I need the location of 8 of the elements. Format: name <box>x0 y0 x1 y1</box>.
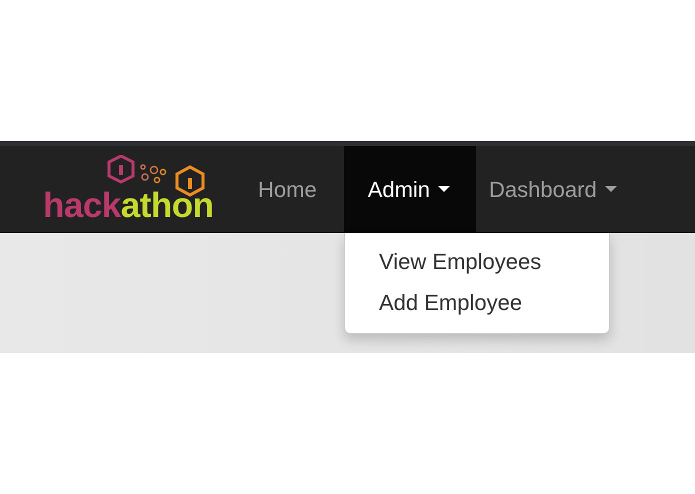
dropdown-toggle[interactable]: Dashboard <box>476 146 644 232</box>
menu-item[interactable]: Add Employee <box>345 282 609 323</box>
nav-link[interactable]: Home <box>245 146 344 232</box>
menu-item[interactable]: View Employees <box>345 241 609 282</box>
caret-icon <box>604 186 617 192</box>
logo-text: hackathon <box>43 188 214 223</box>
dropdown-toggle[interactable]: Admin <box>344 146 476 232</box>
caret-icon <box>438 186 450 192</box>
